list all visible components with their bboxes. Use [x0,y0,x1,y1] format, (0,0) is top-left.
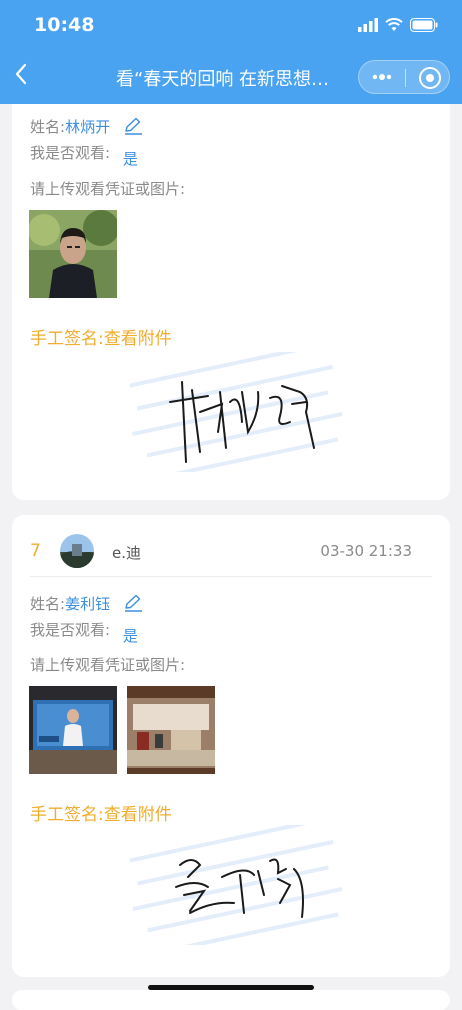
name-row: 姓名:姜利钰 [30,593,143,616]
capsule-divider [405,69,406,87]
name-row: 姓名:林炳开 [30,116,143,139]
signature-label: 手工签名: [30,329,104,349]
mini-program-capsule [358,60,450,94]
upload-label: 请上传观看凭证或图片: [30,656,186,674]
submission-index: 7 [30,541,41,561]
submission-card: 姓名:林炳开 我是否观看: 是 请上传观看凭证或图片: 手工签名:查看附件 [12,104,450,500]
signal-icon [358,18,378,32]
name-value: 林炳开 [65,118,111,136]
page-title: 看“春天的回响 在新思想… [116,69,330,90]
next-card-edge [12,990,450,1010]
edit-pencil-icon[interactable] [123,117,143,139]
photo-thumbnail[interactable] [29,210,117,298]
submission-card: 7 e.迪 03-30 21:33 姓名:姜利钰 我是否观看: 是 请上传观看凭… [12,515,450,977]
home-indicator [148,985,314,990]
view-attachment-link[interactable]: 查看附件 [104,329,172,349]
name-label: 姓名: [30,595,66,613]
more-button[interactable] [371,66,393,88]
watched-label: 我是否观看: [30,621,111,639]
wifi-icon [385,18,403,31]
top-bar: 10:48 看“春天的回响 在新思想… [0,0,462,104]
name-value: 姜利钰 [65,595,111,613]
photo-thumbnail[interactable] [127,686,215,774]
divider [30,576,432,577]
system-icons [358,18,438,32]
watched-value: 是 [122,627,138,645]
nav-bar: 看“春天的回响 在新思想… [0,54,462,104]
avatar [60,534,94,568]
view-attachment-link[interactable]: 查看附件 [104,805,172,825]
upload-label: 请上传观看凭证或图片: [30,180,186,198]
back-button[interactable] [14,62,28,92]
signature-image[interactable] [121,343,344,483]
edit-pencil-icon[interactable] [123,594,143,616]
signature-label: 手工签名: [30,805,104,825]
watched-label: 我是否观看: [30,144,111,162]
more-dots-icon [372,74,392,80]
watched-row: 我是否观看: 是 [30,142,138,168]
watched-value: 是 [122,150,138,168]
chevron-left-icon [15,63,27,85]
status-time: 10:48 [34,14,95,36]
name-label: 姓名: [30,118,66,136]
signature-row: 手工签名:查看附件 [30,800,172,825]
submission-time: 03-30 21:33 [320,542,412,560]
battery-icon [410,18,438,32]
watched-row: 我是否观看: 是 [30,619,138,645]
signature-image[interactable] [122,818,344,958]
close-target-icon[interactable] [419,67,441,89]
photo-thumbnail[interactable] [29,686,117,774]
signature-row: 手工签名:查看附件 [30,324,172,349]
status-bar: 10:48 [0,0,462,54]
username: e.迪 [112,544,141,562]
